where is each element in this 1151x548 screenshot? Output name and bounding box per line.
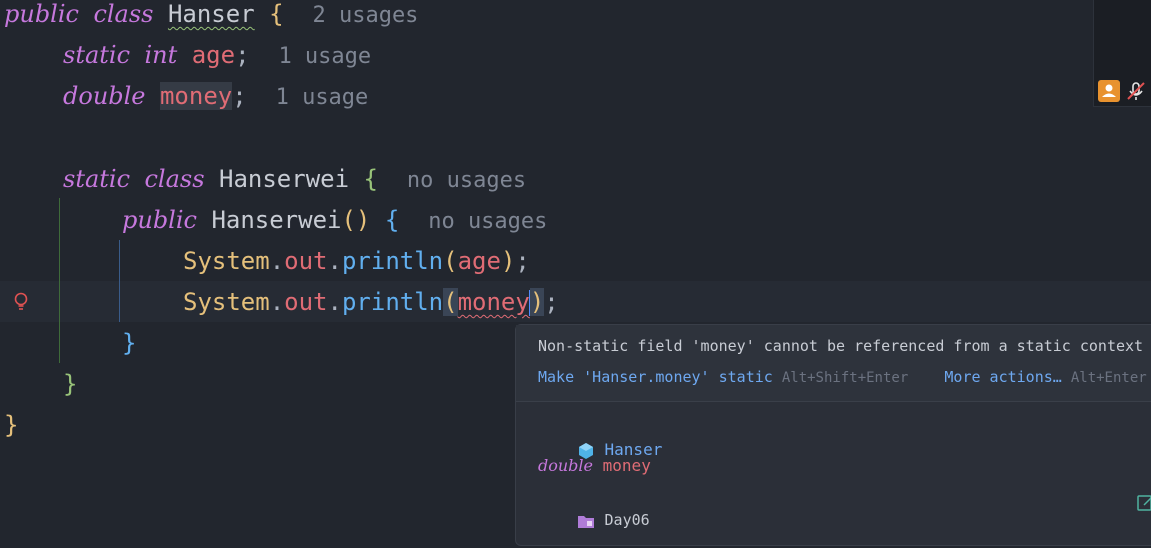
brace: }	[4, 411, 19, 439]
code-line-6[interactable]: public Hanserwei() { no usages	[122, 200, 547, 240]
open-paren: (	[443, 247, 458, 275]
usages-hint[interactable]: no usages	[407, 168, 526, 193]
lightbulb-icon[interactable]	[12, 291, 30, 313]
user-icon[interactable]	[1098, 80, 1120, 102]
code-line-7[interactable]: System.out.println(age);	[183, 241, 530, 281]
usages-hint[interactable]: 2 usages	[312, 3, 418, 28]
semicolon: ;	[232, 82, 247, 110]
current-line-highlight	[0, 281, 1151, 322]
indent-guide	[119, 240, 120, 322]
field-declaration-row: double money	[538, 456, 651, 475]
brace: {	[384, 206, 400, 234]
class-name[interactable]: Hanser	[168, 0, 255, 28]
code-line-9[interactable]: }	[122, 323, 136, 363]
error-message: Non-static field 'money' cannot be refer…	[538, 337, 1144, 355]
code-line-2[interactable]: static int age; 1 usage	[63, 35, 371, 75]
shortcut-hint: Alt+Shift+Enter	[781, 370, 909, 386]
type-keyword: double	[538, 456, 594, 475]
method-call[interactable]: println	[342, 247, 443, 275]
class-name[interactable]: Hanserwei	[219, 165, 349, 193]
open-paren: (	[443, 288, 458, 316]
brace: }	[63, 370, 78, 398]
field-name: money	[602, 456, 651, 475]
keyword: int	[144, 41, 178, 69]
shortcut-hint: Alt+Enter	[1070, 370, 1147, 386]
dot: .	[269, 288, 285, 316]
code-line-3[interactable]: double money; 1 usage	[63, 76, 368, 116]
quick-fix-row: Make 'Hanser.money' static Alt+Shift+Ent…	[538, 368, 1147, 386]
more-actions-link[interactable]: More actions…	[944, 368, 1061, 386]
usages-hint[interactable]: no usages	[428, 209, 547, 234]
field-ref[interactable]: age	[458, 247, 501, 275]
code-line-11[interactable]: }	[4, 405, 18, 445]
keyword: double	[63, 82, 146, 110]
error-field-ref[interactable]: money	[458, 288, 530, 316]
brace: }	[122, 329, 137, 357]
usages-hint[interactable]: 1 usage	[276, 85, 369, 110]
dot: .	[269, 247, 285, 275]
package-folder-icon	[577, 515, 594, 528]
code-line-5[interactable]: static class Hanserwei { no usages	[63, 159, 526, 199]
edit-source-icon[interactable]	[1136, 493, 1151, 513]
close-paren: )	[529, 288, 545, 316]
semicolon: ;	[544, 288, 559, 316]
keyword: static	[63, 165, 131, 193]
parens: ()	[341, 206, 371, 234]
semicolon: ;	[235, 41, 250, 69]
close-paren: )	[500, 247, 516, 275]
constructor-name[interactable]: Hanserwei	[211, 206, 341, 234]
make-static-action[interactable]: Make 'Hanser.money' static	[538, 368, 773, 386]
usages-hint[interactable]: 1 usage	[278, 44, 371, 69]
keyword: class	[144, 165, 205, 193]
dot: .	[327, 288, 342, 316]
semicolon: ;	[515, 247, 530, 275]
package-row[interactable]: Day06	[538, 491, 650, 548]
keyword: public	[122, 206, 197, 234]
error-message-section: Non-static field 'money' cannot be refer…	[516, 325, 1151, 402]
error-popup[interactable]: Non-static field 'money' cannot be refer…	[515, 324, 1151, 546]
field-name[interactable]: age	[192, 41, 235, 69]
dot: .	[327, 247, 342, 275]
keyword: class	[93, 0, 154, 28]
brace: {	[363, 165, 378, 193]
field-ref[interactable]: out	[284, 247, 327, 275]
field-ref[interactable]: out	[284, 288, 327, 316]
keyword: static	[63, 41, 131, 69]
keyword: public	[4, 0, 79, 28]
class-ref[interactable]: System	[183, 247, 270, 275]
code-line-10[interactable]: }	[63, 364, 77, 404]
method-call[interactable]: println	[342, 288, 443, 316]
class-ref[interactable]: System	[183, 288, 270, 316]
indent-guide	[59, 198, 60, 363]
muted-icon[interactable]	[1124, 80, 1148, 102]
brace: {	[269, 0, 284, 28]
package-name: Day06	[604, 511, 650, 529]
code-line-8[interactable]: System.out.println(money);	[183, 282, 559, 322]
code-line-1[interactable]: public class Hanser { 2 usages	[4, 0, 418, 34]
field-name[interactable]: money	[159, 82, 233, 110]
